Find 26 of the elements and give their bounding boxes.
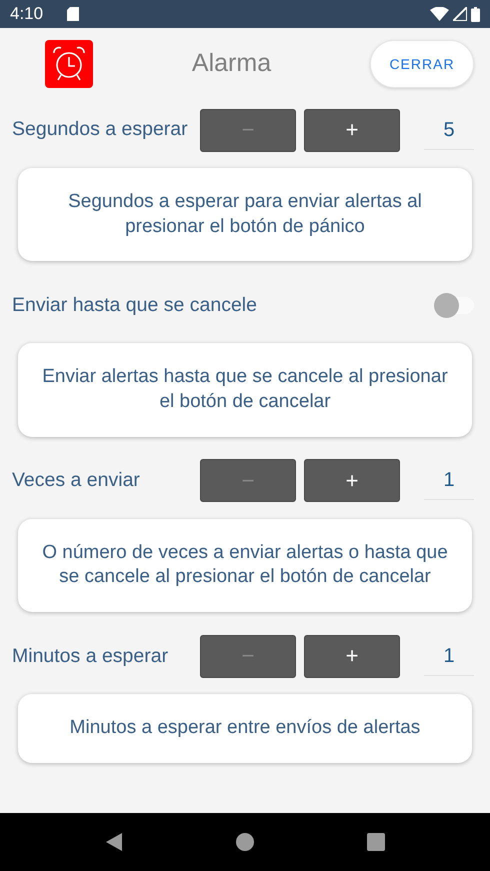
description-card: Minutos a esperar entre envíos de alertas — [18, 694, 472, 763]
setting-label: Veces a enviar — [12, 468, 140, 494]
value-field[interactable]: 1 — [424, 461, 474, 500]
recents-icon[interactable] — [367, 833, 386, 851]
value-field[interactable]: 1 — [424, 636, 474, 676]
close-button[interactable]: CERRAR — [370, 40, 474, 88]
increment-button[interactable]: + — [304, 108, 400, 152]
battery-icon — [471, 6, 480, 22]
description-card: Segundos a esperar para enviar alertas al presionar el botón de pánico — [18, 168, 472, 262]
increment-button[interactable]: + — [304, 459, 400, 502]
toggle-switch[interactable] — [434, 294, 474, 316]
wifi-icon — [430, 7, 449, 21]
setting-label: Minutos a esperar — [12, 644, 168, 668]
sd-card-icon — [67, 7, 80, 21]
description-card: O número de veces a enviar alertas o hasta que se cancele al presionar el botón de cancelar — [18, 518, 472, 612]
description-card: Enviar alertas hasta que se cancele al presionar el botón de cancelar — [18, 343, 472, 437]
home-icon[interactable] — [236, 833, 254, 851]
back-icon[interactable] — [104, 832, 123, 852]
signal-icon — [453, 7, 467, 21]
screen-title: Alarma — [192, 49, 272, 78]
increment-button[interactable]: + — [304, 634, 400, 678]
alarm-clock-icon — [45, 40, 93, 88]
setting-label: Segundos a esperar — [12, 117, 188, 142]
value-field[interactable]: 5 — [424, 110, 474, 150]
status-time: 4:10 — [10, 3, 44, 26]
setting-label: Enviar hasta que se cancele — [12, 292, 257, 318]
